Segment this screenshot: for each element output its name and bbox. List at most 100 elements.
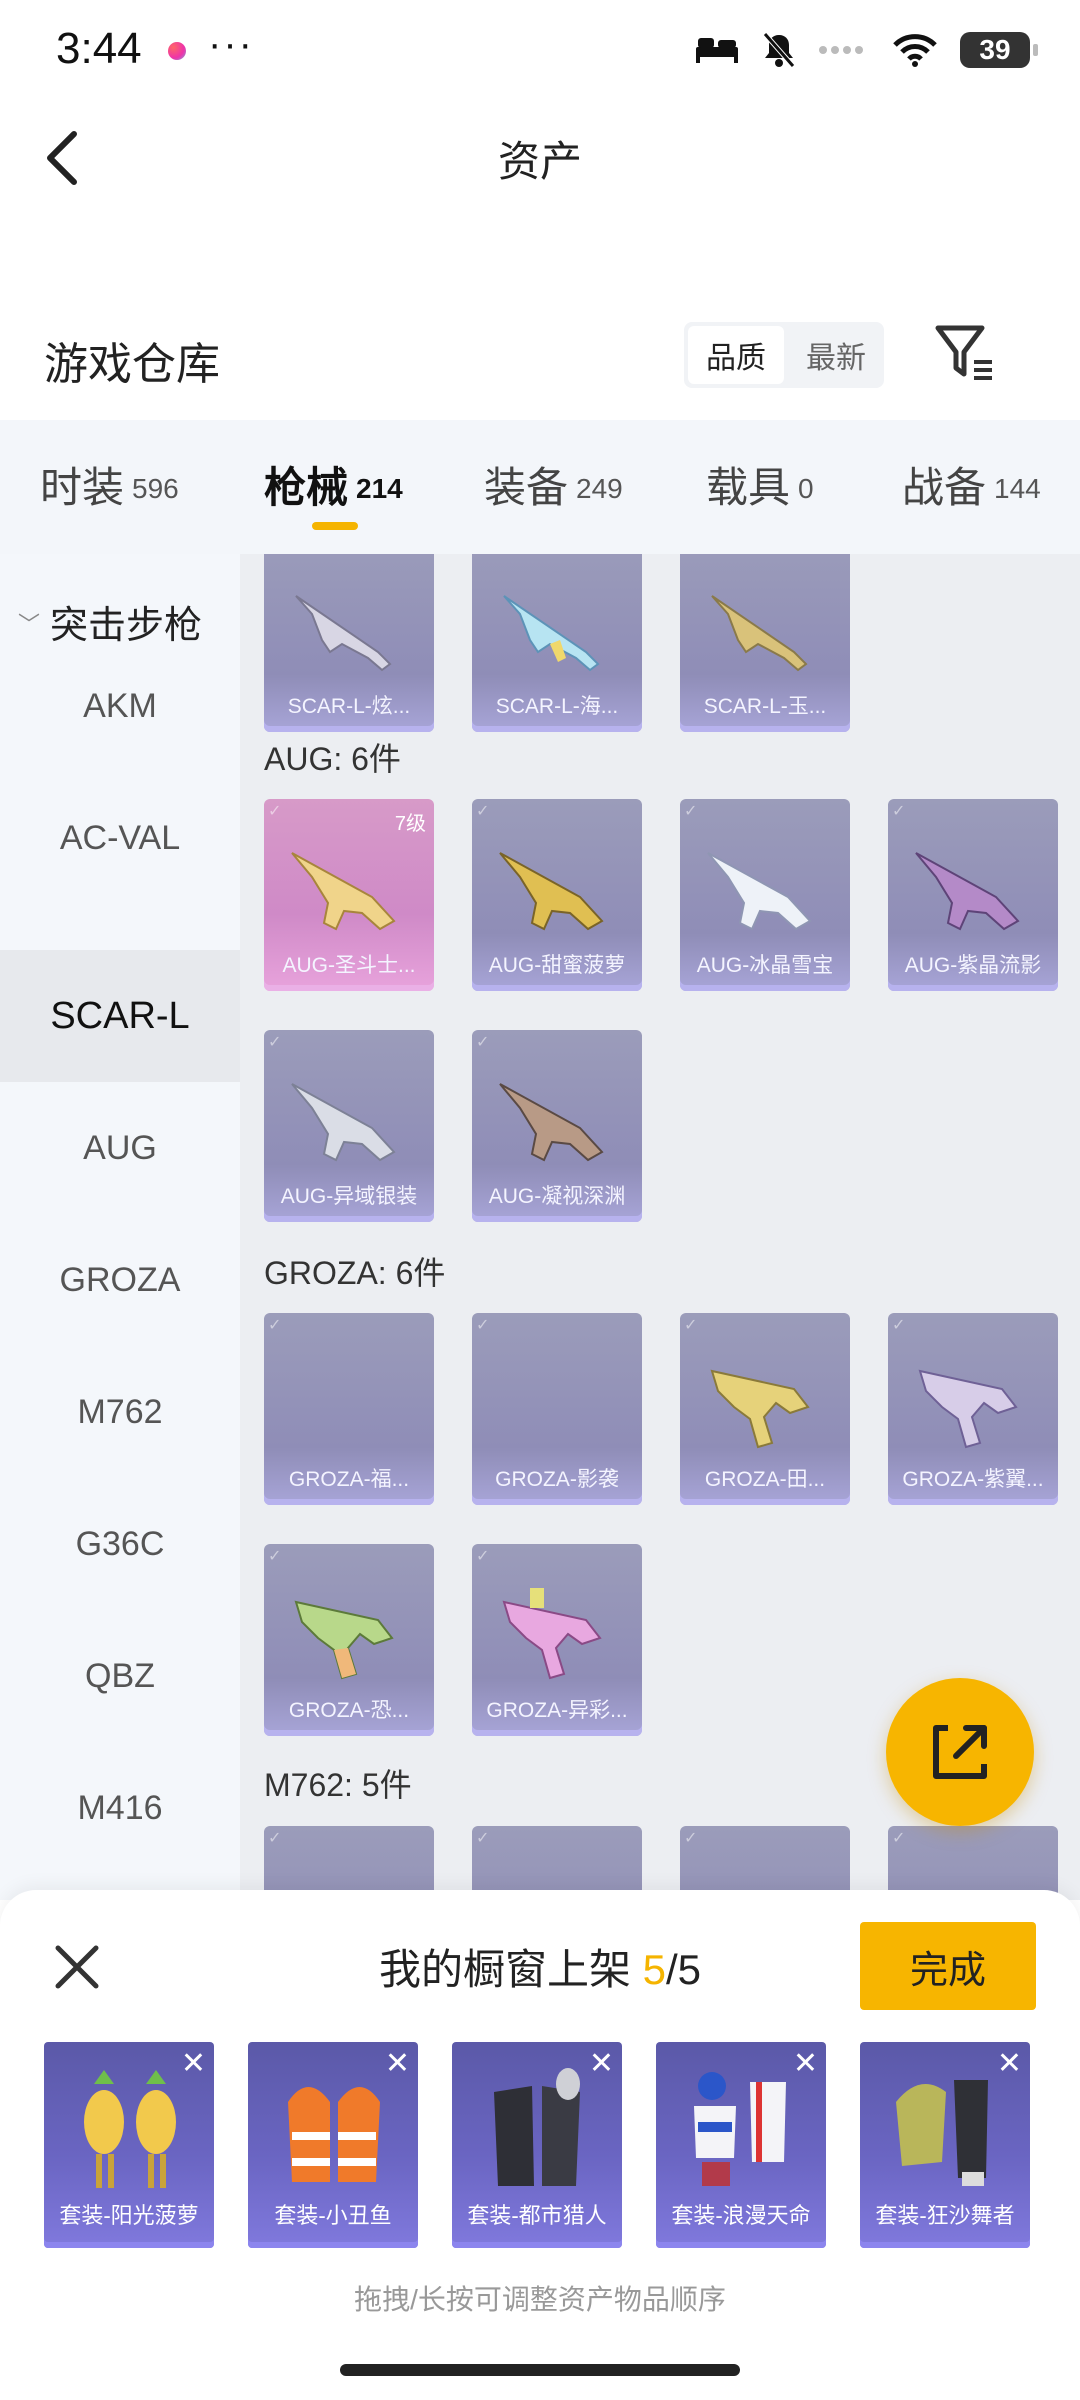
showcase-title-text: 我的橱窗上架: [378, 1946, 643, 1993]
check-icon: ✓: [892, 1830, 906, 1847]
weapon-card[interactable]: ✓: [472, 1826, 642, 1900]
showcase-item-label: 套装-小丑鱼: [274, 2203, 392, 2228]
weapon-card[interactable]: ✓ GROZA-异彩...: [472, 1544, 642, 1736]
weapon-card-label: GROZA-恐...: [288, 1699, 410, 1722]
sidebar-item-ac-val[interactable]: AC-VAL: [0, 772, 240, 904]
sidebar-item-g36c[interactable]: G36C: [0, 1478, 240, 1610]
tab-count: 249: [576, 473, 623, 504]
status-time: 3:44: [56, 24, 142, 73]
weapon-card[interactable]: ✓ AUG-异域银装: [264, 1030, 434, 1222]
tab-equipment[interactable]: 装备 249: [484, 454, 623, 515]
warehouse-title: 游戏仓库: [44, 340, 220, 389]
check-icon: ✓: [476, 1317, 490, 1334]
done-button[interactable]: 完成: [860, 1922, 1036, 2010]
weapon-card[interactable]: ✓ AUG-冰晶雪宝: [680, 799, 850, 991]
outfit-icon: [896, 2080, 988, 2186]
sidebar-item-groza[interactable]: GROZA: [0, 1214, 240, 1346]
weapon-card[interactable]: ✓ AUG-甜蜜菠萝: [472, 799, 642, 991]
chevron-down-icon: ﹀: [18, 612, 41, 637]
filter-icon[interactable]: [930, 318, 1000, 388]
weapon-card-label: GROZA-紫翼...: [902, 1468, 1044, 1491]
check-icon: ✓: [892, 1317, 906, 1334]
weapon-card-label: SCAR-L-炫...: [287, 695, 411, 718]
showcase-item[interactable]: ✕ 套装-狂沙舞者: [860, 2042, 1030, 2248]
bed-icon: [696, 38, 738, 63]
weapon-card[interactable]: SCAR-L-海...: [472, 554, 642, 732]
rifle-icon: [295, 595, 392, 672]
showcase-count: 5: [642, 1946, 666, 1993]
check-icon: ✓: [892, 803, 906, 820]
check-icon: ✓: [268, 1034, 282, 1051]
outfit-icon: [494, 2068, 580, 2186]
showcase-item[interactable]: ✕ 套装-浪漫天命: [656, 2042, 826, 2248]
check-icon: ✓: [268, 1830, 282, 1847]
check-icon: ✓: [684, 1830, 698, 1847]
outfit-icon: [694, 2072, 786, 2186]
showcase-panel: 我的橱窗上架 5/5 完成 ✕ 套装-阳光菠萝 ✕ 套装-小丑鱼 ✕ 套装-都市…: [0, 1890, 1080, 2400]
weapon-card[interactable]: ✓ 7级 AUG-圣斗士...: [264, 799, 434, 991]
sidebar-item-m416[interactable]: M416: [0, 1742, 240, 1874]
rifle-icon: [711, 595, 808, 672]
showcase-item-label: 套装-阳光菠萝: [59, 2203, 199, 2228]
rifle-icon: [915, 852, 1020, 931]
external-link-icon: [933, 1725, 987, 1779]
level-badge: 7级: [394, 813, 426, 835]
check-icon: ✓: [268, 1548, 282, 1565]
weapon-card[interactable]: ✓ GROZA-福...: [264, 1313, 434, 1505]
tab-count: 596: [132, 473, 179, 504]
check-icon: ✓: [268, 1317, 282, 1334]
signal-icon: [819, 46, 863, 54]
sidebar-item-aug[interactable]: AUG: [0, 1082, 240, 1214]
showcase-item[interactable]: ✕ 套装-阳光菠萝: [44, 2042, 214, 2248]
weapon-card[interactable]: ✓: [888, 1826, 1058, 1900]
weapon-card[interactable]: ✓ GROZA-田...: [680, 1313, 850, 1505]
rifle-icon: [707, 852, 812, 931]
active-tab-indicator: [312, 522, 358, 530]
check-icon: ✓: [476, 1830, 490, 1847]
weapon-card[interactable]: ✓ AUG-紫晶流影: [888, 799, 1058, 991]
rifle-icon: [918, 1369, 1018, 1449]
weapon-card-label: AUG-紫晶流影: [904, 954, 1042, 977]
header: 资产: [0, 100, 1080, 210]
tab-fashion[interactable]: 时装 596: [40, 454, 179, 515]
check-icon: ✓: [476, 803, 490, 820]
rifle-icon: [503, 595, 600, 672]
weapon-card[interactable]: SCAR-L-炫...: [264, 554, 434, 732]
tab-count: 0: [798, 473, 814, 504]
page-title: 资产: [497, 138, 582, 185]
tab-label: 载具: [706, 464, 791, 511]
rifle-icon: [291, 852, 396, 931]
weapon-card[interactable]: ✓ GROZA-影袭: [472, 1313, 642, 1505]
tab-guns[interactable]: 枪械 214: [264, 454, 403, 515]
share-button[interactable]: [886, 1678, 1034, 1826]
category-tabs: 时装 596 枪械 214 装备 249 载具 0 战备 144: [0, 420, 1080, 554]
weapon-card-label: AUG-冰晶雪宝: [696, 954, 834, 977]
tab-vehicles[interactable]: 载具 0: [706, 454, 814, 515]
showcase-item[interactable]: ✕ 套装-小丑鱼: [248, 2042, 418, 2248]
sidebar-item-qbz[interactable]: QBZ: [0, 1610, 240, 1742]
weapon-card[interactable]: ✓ GROZA-恐...: [264, 1544, 434, 1736]
sort-quality-button[interactable]: 品质: [688, 326, 784, 384]
status-bar: 3:44 ··· 39: [0, 0, 1080, 100]
sort-newest-button[interactable]: 最新: [788, 322, 884, 388]
weapon-card-label: AUG-甜蜜菠萝: [488, 954, 626, 977]
showcase-item[interactable]: ✕ 套装-都市猎人: [452, 2042, 622, 2248]
weapon-card[interactable]: SCAR-L-玉...: [680, 554, 850, 732]
tab-label: 装备: [484, 464, 569, 511]
weapon-card[interactable]: ✓ GROZA-紫翼...: [888, 1313, 1058, 1505]
weapon-card[interactable]: ✓: [264, 1826, 434, 1900]
sidebar-item-akm[interactable]: AKM: [0, 640, 240, 772]
tab-label: 时装: [40, 464, 125, 511]
group-title-groza: GROZA: 6件: [264, 1255, 446, 1291]
home-indicator[interactable]: [340, 2364, 740, 2376]
outfit-icon: [84, 2070, 176, 2188]
sidebar-item-m762[interactable]: M762: [0, 1346, 240, 1478]
tab-supplies[interactable]: 战备 144: [902, 454, 1041, 515]
weapon-card-label: GROZA-异彩...: [486, 1699, 628, 1722]
check-icon: ✓: [476, 1548, 490, 1565]
weapon-card[interactable]: ✓: [680, 1826, 850, 1900]
sidebar-item-scar-l[interactable]: SCAR-L: [0, 950, 240, 1082]
weapon-sidebar: ﹀ 突击步枪 AKM AC-VAL SCAR-L AUG GROZA M762 G…: [0, 554, 240, 1900]
weapon-card[interactable]: ✓ AUG-凝视深渊: [472, 1030, 642, 1222]
check-icon: ✓: [684, 1317, 698, 1334]
